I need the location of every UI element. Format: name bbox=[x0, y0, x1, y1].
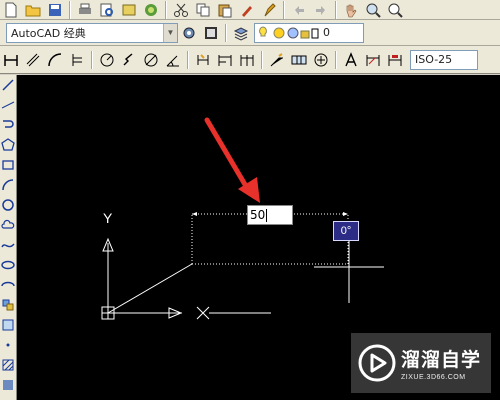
dimension-text-edit-icon[interactable] bbox=[363, 51, 383, 69]
workspace-layer-toolbar: AutoCAD 经典 ▼ 0 bbox=[0, 20, 500, 46]
make-block-icon[interactable] bbox=[0, 315, 16, 335]
polygon-icon[interactable] bbox=[0, 135, 16, 155]
print-icon[interactable] bbox=[75, 1, 95, 19]
circle-icon[interactable] bbox=[0, 195, 16, 215]
draw-toolbar bbox=[0, 75, 17, 400]
ordinate-dimension-icon[interactable] bbox=[67, 51, 87, 69]
new-file-icon[interactable] bbox=[1, 1, 21, 19]
ucs-icon bbox=[101, 237, 271, 320]
redo-icon[interactable] bbox=[311, 1, 331, 19]
layer-state-icons bbox=[259, 25, 319, 38]
zoom-realtime-icon[interactable] bbox=[363, 1, 383, 19]
dimension-edit-icon[interactable] bbox=[341, 51, 361, 69]
workspace-dropdown[interactable]: AutoCAD 经典 ▼ bbox=[6, 22, 178, 43]
my-workspace-icon[interactable] bbox=[201, 24, 221, 42]
continue-dimension-icon[interactable] bbox=[237, 51, 257, 69]
angle-value: 0° bbox=[340, 225, 352, 237]
drawing-canvas[interactable]: Y 50 0° 溜溜自学 ZIXUE.3D66.COM bbox=[17, 75, 500, 400]
diameter-dimension-icon[interactable] bbox=[141, 51, 161, 69]
chevron-down-icon[interactable]: ▼ bbox=[163, 23, 177, 42]
line-icon[interactable] bbox=[0, 75, 16, 95]
construction-line-icon[interactable] bbox=[0, 95, 16, 115]
toolbar-separator bbox=[335, 50, 337, 69]
angular-dimension-icon[interactable] bbox=[163, 51, 183, 69]
aligned-dimension-icon[interactable] bbox=[23, 51, 43, 69]
center-mark-icon[interactable] bbox=[311, 51, 331, 69]
red-pointer-arrow bbox=[204, 117, 260, 203]
watermark-title: 溜溜自学 bbox=[401, 349, 482, 371]
pan-icon[interactable] bbox=[341, 1, 361, 19]
tolerance-icon[interactable] bbox=[289, 51, 309, 69]
dimension-toolbar: ISO-25 bbox=[0, 46, 500, 74]
spline-icon[interactable] bbox=[0, 235, 16, 255]
workspace-settings-icon[interactable] bbox=[179, 24, 199, 42]
ellipse-icon[interactable] bbox=[0, 255, 16, 275]
brush-icon[interactable] bbox=[259, 1, 279, 19]
cut-icon[interactable] bbox=[171, 1, 191, 19]
revision-cloud-icon[interactable] bbox=[0, 215, 16, 235]
dimension-style-dropdown[interactable]: ISO-25 bbox=[410, 49, 478, 70]
length-value: 50 bbox=[250, 208, 266, 222]
hatch-icon[interactable] bbox=[0, 355, 16, 375]
jogged-dimension-icon[interactable] bbox=[119, 51, 139, 69]
quick-dimension-icon[interactable] bbox=[193, 51, 213, 69]
text-caret bbox=[266, 208, 268, 222]
toolbar-separator bbox=[283, 0, 285, 19]
toolbar-separator bbox=[335, 0, 337, 19]
plot-preview-icon[interactable] bbox=[97, 1, 117, 19]
crosshair-cursor bbox=[314, 235, 384, 303]
toolbar-separator bbox=[69, 0, 71, 19]
dynamic-angle-tooltip[interactable]: 0° bbox=[333, 221, 359, 241]
paste-icon[interactable] bbox=[215, 1, 235, 19]
insert-block-icon[interactable] bbox=[0, 295, 16, 315]
layer-manager-icon[interactable] bbox=[231, 24, 251, 42]
gradient-icon[interactable] bbox=[0, 375, 16, 395]
arc-length-icon[interactable] bbox=[45, 51, 65, 69]
ellipse-arc-icon[interactable] bbox=[0, 275, 16, 295]
design-center-icon[interactable] bbox=[141, 1, 161, 19]
toolbar-separator bbox=[187, 50, 189, 69]
watermark: 溜溜自学 ZIXUE.3D66.COM bbox=[351, 333, 491, 393]
radius-dimension-icon[interactable] bbox=[97, 51, 117, 69]
match-properties-icon[interactable] bbox=[237, 1, 257, 19]
undo-icon[interactable] bbox=[289, 1, 309, 19]
copy-icon[interactable] bbox=[193, 1, 213, 19]
toolbar-separator bbox=[225, 23, 227, 42]
open-file-icon[interactable] bbox=[23, 1, 43, 19]
toolbar-separator bbox=[91, 50, 93, 69]
polyline-icon[interactable] bbox=[0, 115, 16, 135]
watermark-text: 溜溜自学 ZIXUE.3D66.COM bbox=[401, 345, 481, 381]
workspace-value: AutoCAD 经典 bbox=[11, 26, 86, 40]
arc-icon[interactable] bbox=[0, 175, 16, 195]
save-icon[interactable] bbox=[45, 1, 65, 19]
layer-name: 0 bbox=[323, 26, 330, 39]
publish-icon[interactable] bbox=[119, 1, 139, 19]
drawn-line bbox=[107, 263, 193, 314]
standard-toolbar bbox=[0, 0, 500, 20]
point-icon[interactable] bbox=[0, 335, 16, 355]
dynamic-length-input[interactable]: 50 bbox=[247, 205, 293, 225]
toolbar-separator bbox=[261, 50, 263, 69]
zoom-window-icon[interactable] bbox=[385, 1, 405, 19]
dimension-style-value: ISO-25 bbox=[415, 53, 453, 66]
baseline-dimension-icon[interactable] bbox=[215, 51, 235, 69]
watermark-url: ZIXUE.3D66.COM bbox=[401, 374, 466, 381]
toolbar-separator bbox=[165, 0, 167, 19]
layer-dropdown[interactable]: 0 bbox=[254, 22, 364, 43]
ucs-y-label: Y bbox=[103, 210, 113, 226]
dimension-update-icon[interactable] bbox=[385, 51, 405, 69]
quick-leader-icon[interactable] bbox=[267, 51, 287, 69]
rectangle-icon[interactable] bbox=[0, 155, 16, 175]
linear-dimension-icon[interactable] bbox=[1, 51, 21, 69]
watermark-logo bbox=[358, 344, 396, 382]
